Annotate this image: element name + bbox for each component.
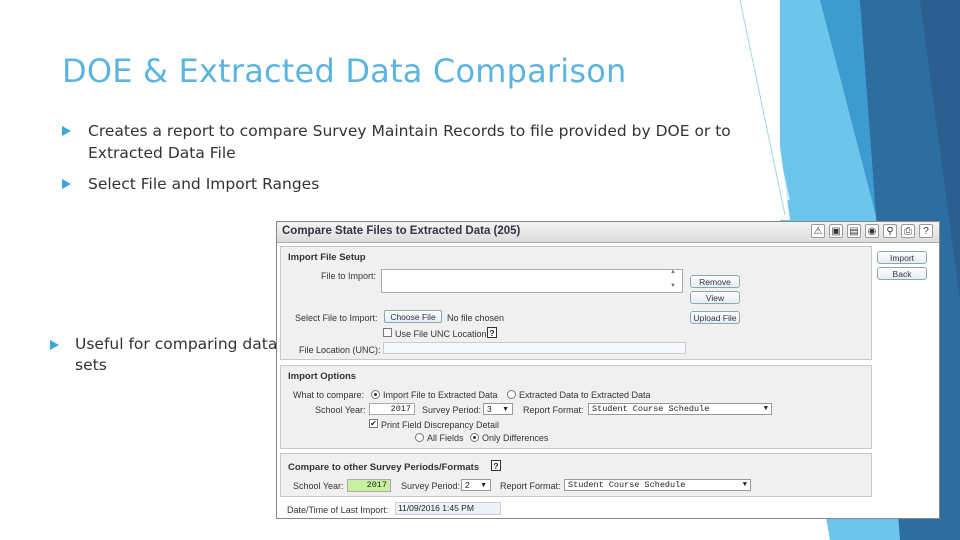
bullet-list: Creates a report to compare Survey Maint… bbox=[62, 120, 742, 204]
file-to-import-field[interactable] bbox=[381, 269, 683, 293]
scroll-down-icon[interactable]: ▼ bbox=[670, 283, 676, 289]
compare-other-section: Compare to other Survey Periods/Formats … bbox=[280, 453, 872, 497]
survey-period-value: 3 bbox=[487, 404, 492, 414]
document-pin-icon[interactable]: ⚲ bbox=[883, 224, 897, 238]
bullet-item: Useful for comparing data sets bbox=[50, 334, 285, 376]
report-format-value: Student Course Schedule bbox=[568, 480, 686, 490]
window-titlebar: Compare State Files to Extracted Data (2… bbox=[277, 222, 939, 243]
last-import-label: Date/Time of Last Import: bbox=[287, 505, 389, 515]
report-format-label: Report Format: bbox=[500, 481, 561, 491]
all-fields-label: All Fields bbox=[427, 433, 464, 443]
bullet-arrow-icon bbox=[62, 179, 71, 189]
only-differences-radio[interactable] bbox=[470, 433, 479, 442]
select-file-label: Select File to Import: bbox=[295, 313, 378, 323]
alert-icon[interactable]: ⚠ bbox=[811, 224, 825, 238]
image-icon[interactable]: ▣ bbox=[829, 224, 843, 238]
print-icon[interactable]: ⎙ bbox=[901, 224, 915, 238]
report-format-label: Report Format: bbox=[523, 405, 584, 415]
import-file-to-extracted-label: Import File to Extracted Data bbox=[383, 390, 498, 400]
toolbar: ⚠ ▣ ▤ ◉ ⚲ ⎙ ? bbox=[811, 224, 933, 238]
compare-files-window: Compare State Files to Extracted Data (2… bbox=[276, 221, 940, 519]
report-format-value: Student Course Schedule bbox=[592, 404, 710, 414]
choose-file-button[interactable]: Choose File bbox=[384, 310, 442, 323]
use-unc-label: Use File UNC Location bbox=[395, 329, 487, 339]
chevron-down-icon: ▼ bbox=[742, 481, 747, 489]
survey-period-label: Survey Period: bbox=[401, 481, 461, 491]
school-year-label: School Year: bbox=[315, 405, 366, 415]
report-format-select[interactable]: Student Course Schedule ▼ bbox=[588, 403, 772, 415]
use-unc-checkbox[interactable] bbox=[383, 328, 392, 337]
save-icon[interactable]: ▤ bbox=[847, 224, 861, 238]
import-options-section: Import Options What to compare: Import F… bbox=[280, 365, 872, 449]
import-file-to-extracted-radio[interactable] bbox=[371, 390, 380, 399]
bullet-arrow-icon bbox=[50, 340, 59, 350]
survey-period-select[interactable]: 3 ▼ bbox=[483, 403, 513, 415]
print-detail-label: Print Field Discrepancy Detail bbox=[381, 420, 500, 430]
section-title: Import File Setup bbox=[288, 252, 366, 263]
print-detail-checkbox[interactable]: ✔ bbox=[369, 419, 378, 428]
chevron-down-icon: ▼ bbox=[480, 482, 487, 489]
upload-file-button[interactable]: Upload File bbox=[690, 311, 740, 324]
window-title: Compare State Files to Extracted Data (2… bbox=[282, 225, 521, 237]
bullet-text: Useful for comparing data sets bbox=[75, 335, 278, 374]
what-to-compare-label: What to compare: bbox=[293, 390, 365, 400]
all-fields-radio[interactable] bbox=[415, 433, 424, 442]
remove-button[interactable]: Remove bbox=[690, 275, 740, 288]
bullet-text: Select File and Import Ranges bbox=[88, 175, 320, 193]
import-file-setup-section: Import File Setup File to Import: ▲ ▼ Re… bbox=[280, 246, 872, 360]
scroll-up-icon[interactable]: ▲ bbox=[670, 269, 676, 275]
last-import-value: 11/09/2016 1:45 PM bbox=[395, 502, 501, 515]
school-year-label: School Year: bbox=[293, 481, 344, 491]
survey-period-value: 2 bbox=[465, 480, 470, 490]
view-button[interactable]: View bbox=[690, 291, 740, 304]
section-title: Import Options bbox=[288, 371, 357, 382]
unc-location-input[interactable] bbox=[383, 342, 686, 354]
section-title: Compare to other Survey Periods/Formats bbox=[288, 462, 480, 473]
slide-title: DOE & Extracted Data Comparison bbox=[62, 52, 627, 90]
school-year-input[interactable]: 2017 bbox=[369, 403, 415, 415]
compare-survey-period-select[interactable]: 2 ▼ bbox=[461, 479, 491, 491]
help-icon[interactable]: ? bbox=[919, 224, 933, 238]
back-button[interactable]: Back bbox=[877, 267, 927, 280]
extracted-to-extracted-radio[interactable] bbox=[507, 390, 516, 399]
bullet-item: Select File and Import Ranges bbox=[62, 173, 742, 195]
bullet-item: Creates a report to compare Survey Maint… bbox=[62, 120, 742, 164]
no-file-chosen-text: No file chosen bbox=[447, 313, 505, 323]
survey-period-label: Survey Period: bbox=[422, 405, 482, 415]
import-button[interactable]: Import bbox=[877, 251, 927, 264]
file-to-import-label: File to Import: bbox=[321, 271, 377, 281]
camera-icon[interactable]: ◉ bbox=[865, 224, 879, 238]
compare-report-format-select[interactable]: Student Course Schedule ▼ bbox=[564, 479, 751, 491]
chevron-down-icon: ▼ bbox=[763, 405, 768, 413]
only-differences-label: Only Differences bbox=[482, 433, 549, 443]
unc-help-icon[interactable]: ? bbox=[487, 327, 497, 338]
unc-location-label: File Location (UNC): bbox=[299, 345, 381, 355]
compare-school-year-input[interactable]: 2017 bbox=[347, 479, 391, 492]
compare-help-icon[interactable]: ? bbox=[491, 460, 501, 471]
extracted-to-extracted-label: Extracted Data to Extracted Data bbox=[519, 390, 651, 400]
chevron-down-icon: ▼ bbox=[502, 406, 509, 413]
bullet-arrow-icon bbox=[62, 126, 71, 136]
bullet-text: Creates a report to compare Survey Maint… bbox=[88, 122, 731, 162]
